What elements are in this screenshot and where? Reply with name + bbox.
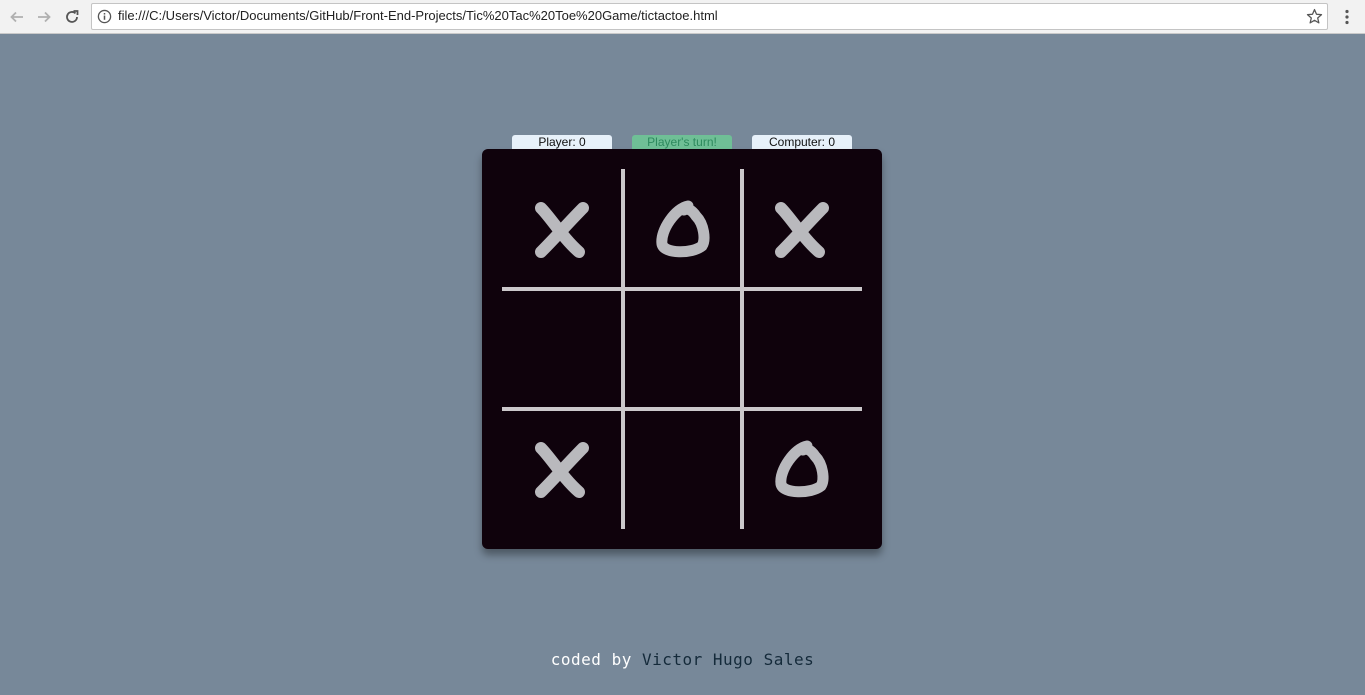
bookmark-star-icon[interactable] [1306, 8, 1323, 25]
footer-credit: coded by Victor Hugo Sales [0, 650, 1365, 669]
browser-menu-button[interactable] [1339, 5, 1355, 29]
footer-author: Victor Hugo Sales [641, 650, 815, 669]
arrow-right-icon [38, 11, 51, 23]
board-cell[interactable] [742, 169, 862, 289]
board-cell[interactable] [742, 289, 862, 409]
board-cell[interactable] [623, 409, 743, 529]
back-button[interactable] [5, 5, 29, 29]
board-cell[interactable] [502, 409, 622, 529]
board-cell[interactable] [502, 169, 622, 289]
board-cell[interactable] [742, 409, 862, 529]
x-mark-icon [775, 202, 829, 258]
url-text[interactable]: file:///C:/Users/Victor/Documents/GitHub… [118, 8, 718, 23]
reload-icon [66, 10, 79, 23]
more-vertical-icon [1345, 9, 1349, 25]
board-cell[interactable] [623, 289, 743, 409]
board-cell[interactable] [623, 169, 743, 289]
x-mark-icon [535, 442, 589, 498]
address-bar[interactable]: file:///C:/Users/Victor/Documents/GitHub… [91, 3, 1328, 30]
o-mark-icon [656, 200, 710, 258]
o-mark-icon [775, 440, 829, 498]
arrow-left-icon [10, 11, 23, 23]
reload-button[interactable] [60, 5, 84, 29]
info-icon[interactable] [97, 9, 112, 24]
forward-button[interactable] [32, 5, 56, 29]
footer-prefix: coded by [550, 650, 632, 669]
browser-toolbar: file:///C:/Users/Victor/Documents/GitHub… [0, 0, 1365, 34]
board-cell[interactable] [502, 289, 622, 409]
game-board [482, 149, 882, 549]
x-mark-icon [535, 202, 589, 258]
